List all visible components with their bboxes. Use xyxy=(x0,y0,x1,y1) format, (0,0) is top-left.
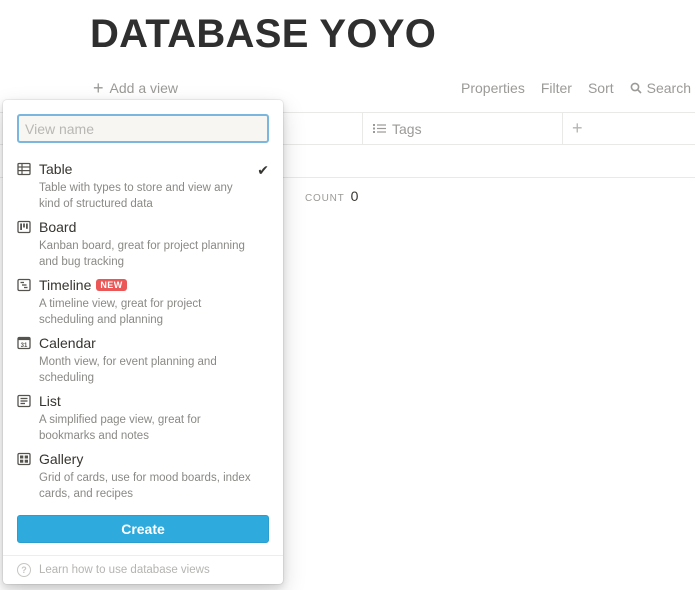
list-icon xyxy=(373,124,386,133)
page-title: DATABASE YOYO xyxy=(90,12,437,56)
view-option-desc: Table with types to store and view any k… xyxy=(39,182,233,210)
view-option-desc: Grid of cards, use for mood boards, inde… xyxy=(39,472,251,500)
view-option-desc: A simplified page view, great for bookma… xyxy=(39,414,201,442)
count-summary[interactable]: COUNT 0 xyxy=(305,188,358,204)
column-header-tags[interactable]: Tags xyxy=(362,113,563,144)
plus-icon: + xyxy=(93,78,104,98)
view-option-desc: A timeline view, great for project sched… xyxy=(39,298,202,326)
view-option-name: Board xyxy=(39,219,77,235)
view-option-name: Timeline xyxy=(39,277,92,293)
view-option-table[interactable]: Table Table with types to store and view… xyxy=(3,160,283,216)
table-icon xyxy=(17,162,31,176)
count-label: COUNT xyxy=(305,193,345,204)
properties-button[interactable]: Properties xyxy=(461,80,525,96)
add-view-button[interactable]: + Add a view xyxy=(93,78,178,98)
view-option-desc: Kanban board, great for project planning… xyxy=(39,240,245,268)
search-icon xyxy=(630,82,642,94)
view-option-name: List xyxy=(39,393,61,409)
timeline-icon xyxy=(17,278,31,292)
view-name-input[interactable] xyxy=(17,114,269,143)
svg-text:31: 31 xyxy=(21,343,28,349)
view-option-calendar[interactable]: 31 Calendar Month view, for event planni… xyxy=(3,334,283,390)
view-toolbar: Properties Filter Sort Search xyxy=(461,80,691,96)
new-badge: NEW xyxy=(96,279,127,291)
sort-button[interactable]: Sort xyxy=(588,80,614,96)
gallery-icon xyxy=(17,452,31,466)
popup-divider xyxy=(3,555,283,556)
search-button[interactable]: Search xyxy=(630,80,691,96)
view-option-gallery[interactable]: Gallery Grid of cards, use for mood boar… xyxy=(3,450,283,506)
search-label: Search xyxy=(646,80,691,96)
add-view-label: Add a view xyxy=(109,80,178,96)
filter-button[interactable]: Filter xyxy=(541,80,572,96)
create-button[interactable]: Create xyxy=(17,515,269,543)
list-view-icon xyxy=(17,394,31,408)
add-view-popup: Table Table with types to store and view… xyxy=(3,100,283,584)
board-icon xyxy=(17,220,31,234)
calendar-icon: 31 xyxy=(17,336,31,349)
learn-link-label: Learn how to use database views xyxy=(39,564,210,576)
view-option-board[interactable]: Board Kanban board, great for project pl… xyxy=(3,218,283,274)
view-option-name: Table xyxy=(39,161,73,177)
count-value: 0 xyxy=(350,188,359,204)
view-option-timeline[interactable]: Timeline NEW A timeline view, great for … xyxy=(3,276,283,332)
view-option-name: Gallery xyxy=(39,451,84,467)
column-label: Tags xyxy=(392,120,422,137)
help-icon: ? xyxy=(17,563,31,577)
view-option-list[interactable]: List A simplified page view, great for b… xyxy=(3,392,283,448)
add-column-button[interactable]: + xyxy=(572,118,583,139)
check-icon: ✔ xyxy=(257,162,269,178)
learn-database-views-link[interactable]: ? Learn how to use database views xyxy=(17,563,210,577)
view-option-name: Calendar xyxy=(39,335,96,351)
view-option-desc: Month view, for event planning and sched… xyxy=(39,356,217,384)
